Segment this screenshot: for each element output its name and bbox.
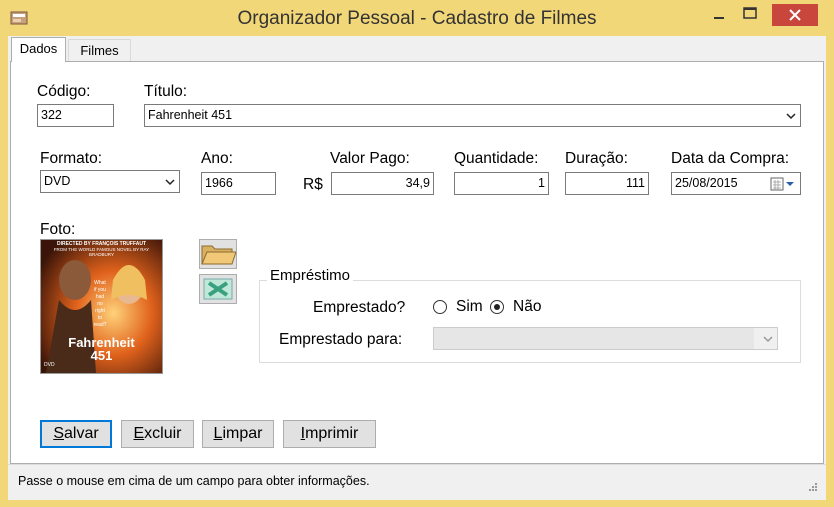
excluir-access-key: E: [133, 425, 145, 442]
poster-credit-2: FROM THE WORLD FAMOUS NOVEL BY RAY BRADB…: [53, 247, 150, 257]
data-compra-label: Data da Compra:: [671, 150, 790, 167]
formato-select[interactable]: DVD: [40, 170, 180, 193]
calendar-icon[interactable]: [770, 177, 796, 191]
currency-label: R$: [303, 176, 323, 193]
excluir-label-rest: xcluir: [144, 425, 182, 442]
maximize-button[interactable]: [736, 4, 764, 26]
limpar-button[interactable]: Limpar: [202, 420, 274, 448]
excluir-button[interactable]: Excluir: [121, 420, 194, 448]
data-compra-value: 25/08/2015: [675, 176, 738, 190]
ano-input[interactable]: 1966: [201, 172, 276, 195]
chevron-down-icon[interactable]: [165, 178, 175, 186]
emprestado-para-label: Emprestado para:: [279, 331, 403, 348]
poster-title-line2: 451: [90, 348, 113, 363]
app-window: Organizador Pessoal - Cadastro de Filmes…: [0, 0, 834, 507]
close-button[interactable]: [772, 4, 818, 26]
status-text: Passe o mouse em cima de um campo para o…: [18, 474, 370, 488]
nao-label[interactable]: Não: [513, 298, 541, 316]
ano-label: Ano:: [201, 150, 233, 167]
tab-dados[interactable]: Dados: [11, 37, 66, 62]
foto-label: Foto:: [40, 221, 76, 238]
emprestado-label: Emprestado?: [313, 299, 406, 316]
movie-poster: DIRECTED BY FRANÇOIS TRUFFAUT FROM THE W…: [40, 239, 163, 374]
titulo-value: Fahrenheit 451: [148, 108, 233, 122]
quantidade-input[interactable]: 1: [454, 172, 549, 195]
limpar-label-rest: impar: [222, 425, 263, 442]
salvar-label-rest: alvar: [63, 425, 99, 442]
clear-image-icon: [203, 278, 233, 300]
valor-label: Valor Pago:: [330, 150, 410, 167]
imprimir-label-rest: mprimir: [305, 425, 359, 442]
data-compra-picker[interactable]: 25/08/2015: [671, 172, 801, 195]
chevron-down-icon[interactable]: [763, 335, 773, 343]
folder-icon: [201, 245, 237, 265]
sim-label[interactable]: Sim: [456, 298, 483, 316]
chevron-down-icon[interactable]: [786, 112, 796, 120]
titulo-label: Título:: [144, 83, 188, 100]
sim-radio[interactable]: [433, 300, 447, 314]
salvar-access-key: S: [53, 425, 64, 442]
combo-disabled-area: [434, 328, 754, 349]
poster-dvd-badge: DVD: [44, 362, 55, 368]
quantidade-label: Quantidade:: [454, 150, 539, 167]
minimize-button[interactable]: [706, 4, 732, 26]
imprimir-button[interactable]: Imprimir: [283, 420, 376, 448]
remove-image-button[interactable]: [199, 274, 237, 304]
formato-label: Formato:: [40, 150, 103, 167]
titulo-combo[interactable]: Fahrenheit 451: [144, 104, 801, 127]
client-area: Dados Filmes Código: 322 Título: Fahrenh…: [8, 36, 826, 500]
duracao-label: Duração:: [565, 150, 628, 167]
status-bar: Passe o mouse em cima de um campo para o…: [8, 464, 826, 500]
codigo-label: Código:: [37, 83, 91, 100]
emprestimo-group-title: Empréstimo: [267, 267, 354, 284]
open-image-button[interactable]: [199, 239, 237, 269]
poster-tagline: What if you had no right to read?: [93, 280, 107, 328]
valor-input[interactable]: 34,9: [331, 172, 434, 195]
title-bar[interactable]: Organizador Pessoal - Cadastro de Filmes: [0, 0, 834, 36]
tab-page-dados: Código: 322 Título: Fahrenheit 451 Forma…: [10, 61, 824, 464]
emprestado-para-combo[interactable]: [433, 327, 778, 350]
duracao-input[interactable]: 111: [565, 172, 649, 195]
codigo-input[interactable]: 322: [37, 104, 114, 127]
nao-radio[interactable]: [490, 300, 504, 314]
formato-value: DVD: [44, 174, 71, 188]
emprestimo-groupbox: [259, 280, 801, 363]
resize-grip-icon[interactable]: [808, 482, 818, 492]
tab-filmes[interactable]: Filmes: [68, 39, 131, 61]
salvar-button[interactable]: Salvar: [40, 420, 112, 448]
radio-selected-dot: [494, 304, 500, 310]
